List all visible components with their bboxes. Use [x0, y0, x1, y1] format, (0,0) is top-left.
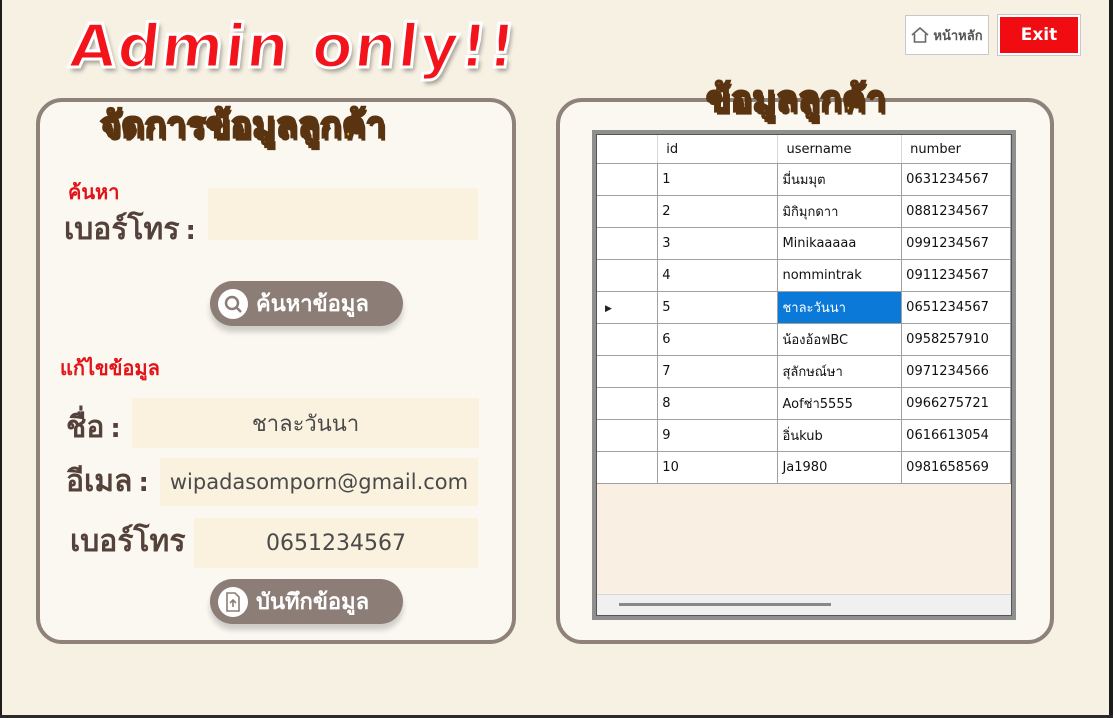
row-header[interactable]	[597, 419, 659, 452]
window-frame-right	[1109, 0, 1113, 718]
table-row[interactable]: 2 มิกิมุกดาา 0881234567	[597, 195, 1011, 228]
email-label: อีเมล:	[66, 464, 149, 499]
cell-number[interactable]: 0958257910	[901, 323, 1011, 356]
cell-number[interactable]: 0911234567	[901, 259, 1011, 292]
scrollbar-thumb[interactable]	[619, 603, 831, 606]
search-phone-label: เบอร์โทร:	[64, 212, 196, 247]
cell-username[interactable]: น้องอ้อฟBC	[777, 323, 903, 356]
save-button[interactable]: บันทึกข้อมูล	[210, 579, 403, 624]
cell-username[interactable]: Ja1980	[777, 451, 903, 484]
save-document-icon	[218, 586, 248, 617]
cell-id[interactable]: 1	[657, 163, 779, 196]
cell-username[interactable]: อิ่นkub	[777, 419, 903, 452]
edit-heading: แก้ไขข้อมูล	[60, 356, 160, 380]
cell-username[interactable]: nommintrak	[777, 259, 903, 292]
row-header[interactable]	[597, 355, 659, 388]
cell-username[interactable]: มี่นมมุต	[777, 163, 903, 196]
table-row[interactable]: 4 nommintrak 0911234567	[597, 259, 1011, 292]
search-button-label: ค้นหาข้อมูล	[256, 292, 369, 317]
search-button[interactable]: ค้นหาข้อมูล	[210, 281, 403, 326]
cell-id[interactable]: 8	[657, 387, 779, 420]
search-phone-input[interactable]	[208, 188, 478, 240]
search-icon	[218, 288, 248, 319]
window-frame-left	[0, 0, 2, 718]
cell-username[interactable]: Aofช่า5555	[777, 387, 903, 420]
row-header[interactable]	[597, 195, 659, 228]
table-row[interactable]: 1 มี่นมมุต 0631234567	[597, 163, 1011, 196]
row-header[interactable]	[597, 451, 659, 484]
cell-id[interactable]: 4	[657, 259, 779, 292]
cell-number[interactable]: 0981658569	[901, 451, 1011, 484]
cell-number[interactable]: 0651234567	[901, 291, 1011, 324]
horizontal-scrollbar[interactable]	[597, 594, 1011, 615]
table-body: 1 มี่นมมุต 0631234567 2 มิกิมุกดาา 0881234567…	[597, 163, 1011, 484]
home-button-label: หน้าหลัก	[933, 28, 983, 44]
table-row[interactable]: 6 น้องอ้อฟBC 0958257910	[597, 323, 1011, 356]
cell-username[interactable]: Minikaaaaa	[777, 227, 903, 260]
cell-id[interactable]: 2	[657, 195, 779, 228]
cell-id[interactable]: 5	[657, 291, 779, 324]
table-row[interactable]: 10 Ja1980 0981658569	[597, 451, 1011, 484]
cell-id[interactable]: 9	[657, 419, 779, 452]
table-row[interactable]: 7 สุลักษณ์ษา 0971234566	[597, 355, 1011, 388]
customer-data-title: ข้อมูลลูกค้า	[705, 78, 887, 121]
table-row[interactable]: 8 Aofช่า5555 0966275721	[597, 387, 1011, 420]
table-row[interactable]: 9 อิ่นkub 0616613054	[597, 419, 1011, 452]
table-header-row: id username number	[597, 135, 1011, 164]
cell-number[interactable]: 0971234566	[901, 355, 1011, 388]
row-header[interactable]	[597, 259, 659, 292]
cell-number[interactable]: 0881234567	[901, 195, 1011, 228]
cell-id[interactable]: 3	[657, 227, 779, 260]
cell-id[interactable]: 10	[657, 451, 779, 484]
customer-grid-frame: id username number 1 มี่นมมุต 0631234567 2 ม…	[592, 130, 1016, 620]
row-header[interactable]	[597, 227, 659, 260]
name-field[interactable]	[132, 398, 479, 448]
row-header[interactable]	[597, 387, 659, 420]
column-header-number[interactable]: number	[901, 135, 1011, 164]
row-header-corner	[597, 135, 659, 164]
current-row-arrow-icon: ▶	[605, 304, 612, 314]
cell-number[interactable]: 0616613054	[901, 419, 1011, 452]
cell-number[interactable]: 0631234567	[901, 163, 1011, 196]
cell-username[interactable]: สุลักษณ์ษา	[777, 355, 903, 388]
cell-number[interactable]: 0966275721	[901, 387, 1011, 420]
save-button-label: บันทึกข้อมูล	[256, 590, 370, 615]
table-row[interactable]: ▶ 5 ชาละวันนา 0651234567	[597, 291, 1011, 324]
email-field[interactable]	[160, 458, 478, 506]
column-header-id[interactable]: id	[657, 135, 779, 164]
cell-id[interactable]: 7	[657, 355, 779, 388]
row-header[interactable]	[597, 323, 659, 356]
table-row[interactable]: 3 Minikaaaaa 0991234567	[597, 227, 1011, 260]
manage-customer-title: จัดการข้อมูลลูกค้า	[99, 104, 387, 147]
column-header-username[interactable]: username	[777, 135, 903, 164]
home-button[interactable]: หน้าหลัก	[905, 15, 989, 55]
search-heading: ค้นหา	[68, 180, 120, 204]
name-label: ชื่อ:	[66, 410, 121, 445]
customer-data-grid[interactable]: id username number 1 มี่นมมุต 0631234567 2 ม…	[596, 134, 1012, 616]
cell-username[interactable]: มิกิมุกดาา	[777, 195, 903, 228]
row-header[interactable]	[597, 163, 659, 196]
home-icon	[911, 27, 929, 43]
row-header[interactable]: ▶	[597, 291, 659, 324]
admin-only-title: Admin only!!	[65, 11, 522, 84]
cell-number[interactable]: 0991234567	[901, 227, 1011, 260]
exit-button[interactable]: Exit	[997, 14, 1081, 56]
phone-label: เบอร์โทร:	[70, 524, 202, 559]
phone-field[interactable]	[194, 518, 478, 568]
cell-username[interactable]: ชาละวันนา	[777, 291, 903, 324]
customer-table: id username number 1 มี่นมมุต 0631234567 2 ม…	[597, 135, 1011, 484]
cell-id[interactable]: 6	[657, 323, 779, 356]
